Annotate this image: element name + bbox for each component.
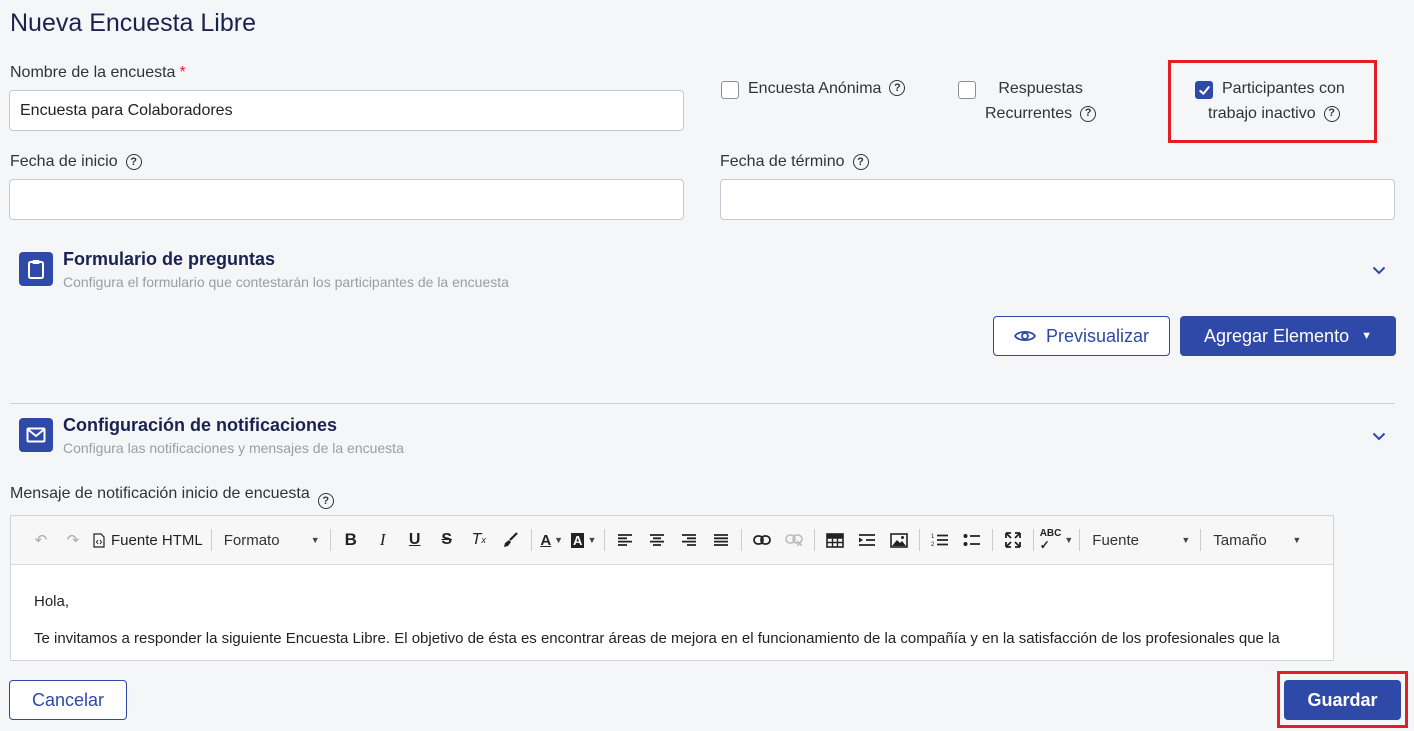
editor-line: Hola, xyxy=(34,593,70,610)
recurring-checkbox[interactable]: Respuestas Recurrentes ? xyxy=(958,80,1097,126)
bold-icon[interactable]: B xyxy=(335,525,367,555)
cancel-button[interactable]: Cancelar xyxy=(9,680,127,720)
anonymous-checkbox-box[interactable] xyxy=(721,81,739,99)
paint-brush-icon[interactable] xyxy=(495,525,527,555)
caret-down-icon: ▼ xyxy=(1181,535,1191,545)
svg-text:2: 2 xyxy=(931,542,935,548)
align-right-icon[interactable] xyxy=(673,525,705,555)
anonymous-checkbox[interactable]: Encuesta Anónima ? xyxy=(721,80,906,99)
svg-text:1: 1 xyxy=(931,534,935,540)
help-icon[interactable]: ? xyxy=(889,80,906,96)
bullet-list-icon[interactable] xyxy=(956,525,988,555)
font-dropdown[interactable]: Fuente ▼ xyxy=(1084,525,1196,555)
caret-down-icon: ▼ xyxy=(310,535,320,545)
italic-icon[interactable]: I xyxy=(367,525,399,555)
end-date-label: Fecha de término ? xyxy=(720,153,869,171)
table-icon[interactable] xyxy=(819,525,851,555)
numbered-list-icon[interactable]: 12 xyxy=(924,525,956,555)
start-date-input[interactable] xyxy=(9,179,684,220)
notifications-section-subtitle: Configura las notificaciones y mensajes … xyxy=(63,440,404,456)
chevron-down-icon[interactable] xyxy=(1371,428,1387,444)
caret-down-icon: ▼ xyxy=(1292,535,1302,545)
editor-toolbar: ↶ ↷ Fuente HTML Formato ▼ B I U S Tx A ▼ A… xyxy=(11,516,1333,565)
html-source-button[interactable]: Fuente HTML xyxy=(89,525,207,555)
redo-icon[interactable]: ↷ xyxy=(57,525,89,555)
unlink-icon[interactable] xyxy=(778,525,810,555)
caret-down-icon: ▼ xyxy=(1361,330,1372,342)
eye-icon xyxy=(1013,330,1036,342)
help-icon[interactable]: ? xyxy=(317,493,334,509)
page-title: Nueva Encuesta Libre xyxy=(10,9,256,37)
align-center-icon[interactable] xyxy=(641,525,673,555)
help-icon[interactable]: ? xyxy=(852,154,869,170)
envelope-icon xyxy=(19,418,53,452)
save-button[interactable]: Guardar xyxy=(1284,680,1401,720)
document-icon xyxy=(93,532,105,548)
survey-name-label: Nombre de la encuesta * xyxy=(10,64,186,81)
size-dropdown[interactable]: Tamaño ▼ xyxy=(1205,525,1307,555)
inactive-participants-checkbox[interactable]: Participantes con trabajo inactivo ? xyxy=(1195,80,1345,126)
align-left-icon[interactable] xyxy=(609,525,641,555)
help-icon[interactable]: ? xyxy=(125,154,142,170)
chevron-down-icon[interactable] xyxy=(1371,262,1387,278)
align-justify-icon[interactable] xyxy=(705,525,737,555)
spellcheck-icon[interactable]: ABC ✓ ▼ xyxy=(1038,525,1076,555)
required-mark: * xyxy=(179,64,186,81)
indent-icon[interactable] xyxy=(851,525,883,555)
preview-button[interactable]: Previsualizar xyxy=(993,316,1170,356)
image-icon[interactable] xyxy=(883,525,915,555)
questions-section-subtitle: Configura el formulario que contestarán … xyxy=(63,274,509,290)
end-date-input[interactable] xyxy=(720,179,1395,220)
strikethrough-icon[interactable]: S xyxy=(431,525,463,555)
rich-text-editor[interactable]: ↶ ↷ Fuente HTML Formato ▼ B I U S Tx A ▼ A… xyxy=(10,515,1334,661)
format-dropdown[interactable]: Formato ▼ xyxy=(216,525,326,555)
help-icon[interactable]: ? xyxy=(1323,105,1340,122)
underline-icon[interactable]: U xyxy=(399,525,431,555)
inactive-participants-checkbox-box[interactable] xyxy=(1195,81,1213,99)
text-color-icon[interactable]: A ▼ xyxy=(536,525,568,555)
section-divider xyxy=(10,403,1395,404)
editor-line: Te invitamos a responder la siguiente En… xyxy=(34,630,1280,647)
survey-name-input[interactable]: Encuesta para Colaboradores xyxy=(9,90,684,131)
fullscreen-icon[interactable] xyxy=(997,525,1029,555)
recurring-checkbox-box[interactable] xyxy=(958,81,976,99)
link-icon[interactable] xyxy=(746,525,778,555)
remove-format-icon[interactable]: Tx xyxy=(463,525,495,555)
clipboard-icon xyxy=(19,252,53,286)
help-icon[interactable]: ? xyxy=(1080,105,1097,122)
message-label: Mensaje de notificación inicio de encues… xyxy=(10,485,334,509)
editor-content[interactable]: Hola, Te invitamos a responder la siguie… xyxy=(11,565,1333,660)
questions-section-title[interactable]: Formulario de preguntas xyxy=(63,249,275,270)
add-element-button[interactable]: Agregar Elemento ▼ xyxy=(1180,316,1396,356)
undo-icon[interactable]: ↶ xyxy=(25,525,57,555)
background-color-icon[interactable]: A ▼ xyxy=(568,525,600,555)
notifications-section-title[interactable]: Configuración de notificaciones xyxy=(63,415,337,436)
start-date-label: Fecha de inicio ? xyxy=(10,153,142,171)
check-icon xyxy=(1198,85,1210,95)
